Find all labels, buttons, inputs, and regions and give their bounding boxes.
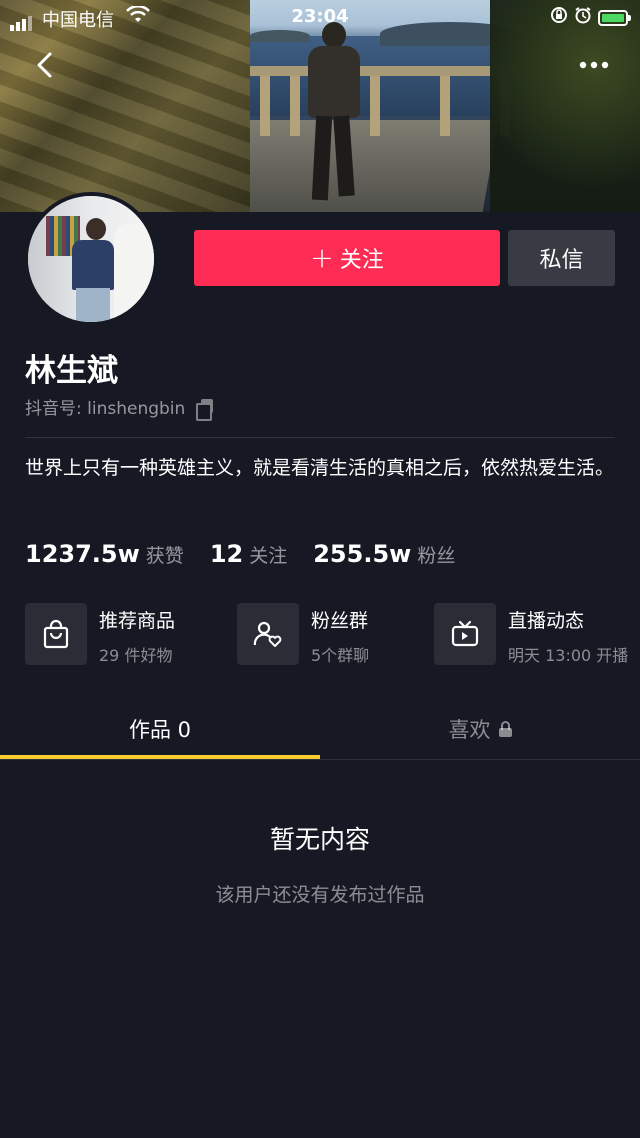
back-button[interactable] [34, 48, 64, 82]
feature-title: 推荐商品 [99, 610, 176, 632]
profile-bio: 世界上只有一种英雄主义，就是看清生活的真相之后，依然热爱生活。 [25, 457, 615, 479]
feature-card-fan-group[interactable]: 粉丝群 5个群聊 [237, 603, 369, 666]
message-label: 私信 [539, 248, 584, 273]
stat-value: 1237.5w [25, 540, 140, 568]
stat-followers[interactable]: 255.5w 粉丝 [313, 540, 455, 568]
stat-value: 255.5w [313, 540, 412, 568]
feature-title: 直播动态 [508, 610, 585, 632]
shopping-bag-icon [25, 603, 87, 665]
status-time: 23:04 [291, 6, 349, 27]
feature-subtitle: 5个群聊 [311, 646, 370, 665]
battery-icon [598, 9, 631, 26]
more-button[interactable] [578, 48, 618, 82]
tab-label: 喜欢 [448, 718, 491, 742]
profile-id-value: linshengbin [87, 399, 186, 419]
profile-id: 抖音号: linshengbin [25, 394, 215, 421]
more-icon [579, 61, 609, 69]
fan-group-icon [237, 603, 299, 665]
empty-state-subtitle: 该用户还没有发布过作品 [215, 884, 425, 906]
tab-label: 作品 0 [128, 718, 192, 742]
stat-following[interactable]: 12 关注 [210, 540, 287, 568]
orientation-lock-icon [550, 6, 568, 29]
live-tv-icon [434, 603, 496, 665]
stat-label: 粉丝 [417, 545, 456, 567]
status-bar: 中国电信 23:04 [0, 0, 640, 34]
avatar[interactable] [24, 192, 158, 326]
stat-value: 12 [209, 540, 244, 568]
feature-title: 粉丝群 [311, 610, 369, 632]
stat-label: 获赞 [145, 545, 184, 567]
alarm-icon [574, 6, 592, 29]
stats-row: 1237.5w 获赞 12 关注 255.5w 粉丝 [25, 540, 481, 568]
chevron-left-icon [37, 52, 52, 78]
tab-likes[interactable]: 喜欢 [320, 700, 640, 758]
feature-subtitle: 29 件好物 [99, 646, 173, 665]
content-tabs: 作品 0 喜欢 [0, 700, 640, 760]
stat-likes: 1237.5w 获赞 [25, 540, 184, 568]
lock-icon [498, 721, 512, 737]
copy-icon[interactable] [195, 397, 215, 421]
feature-card-live[interactable]: 直播动态 明天 13:00 开播 [434, 603, 628, 666]
feature-card-products[interactable]: 推荐商品 29 件好物 [25, 603, 175, 666]
profile-name: 林生斌 [25, 353, 118, 389]
feature-subtitle: 明天 13:00 开播 [508, 646, 629, 665]
empty-state-title: 暂无内容 [269, 825, 370, 854]
tab-indicator [0, 755, 320, 759]
plus-icon: + [310, 241, 334, 274]
message-button[interactable]: 私信 [508, 230, 615, 286]
stat-label: 关注 [249, 545, 288, 567]
tab-works[interactable]: 作品 0 [0, 700, 320, 758]
divider [25, 437, 615, 438]
follow-button[interactable]: + 关注 [194, 230, 500, 286]
profile-id-prefix: 抖音号: [25, 399, 88, 419]
follow-label: 关注 [339, 248, 384, 273]
